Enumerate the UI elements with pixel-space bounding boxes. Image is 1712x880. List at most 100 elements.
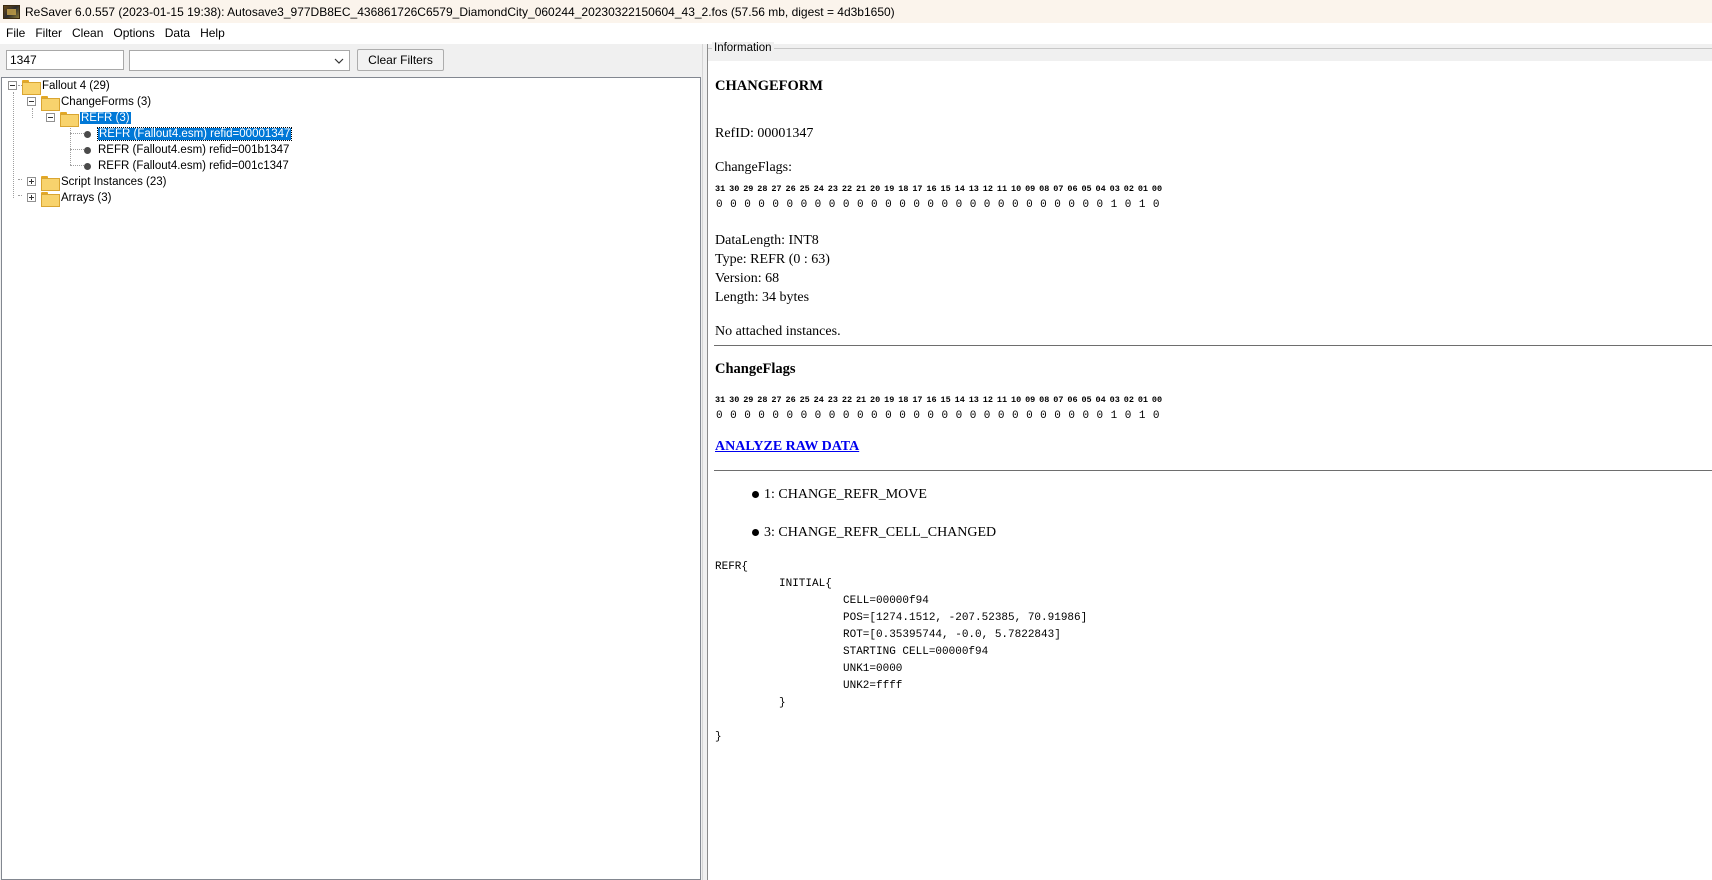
bit-index: 29 [743, 184, 754, 194]
menu-file[interactable]: File [1, 24, 30, 42]
bit-index: 16 [926, 395, 937, 405]
bit-index: 27 [771, 184, 782, 194]
filter-combo[interactable] [129, 50, 350, 71]
tree-collapse-icon[interactable] [27, 97, 36, 106]
code-line: UNK2=ffff [843, 680, 903, 692]
bit-index: 15 [940, 184, 951, 194]
bit-index-row: 31 30 29 28 27 26 25 24 23 22 21 20 19 18 17 16 15 14 13 12… [715, 184, 1166, 194]
bit-index: 30 [729, 184, 740, 194]
tree-label: REFR (Fallout4.esm) refid=001b1347 [98, 144, 290, 156]
bit-value: 1 [1110, 199, 1118, 211]
bit-value: 0 [814, 410, 822, 422]
length-text: Length: 34 bytes [715, 290, 810, 305]
bit-value: 0 [814, 199, 822, 211]
bit-index-row: 31 30 29 28 27 26 25 24 23 22 21 20 19 18 17 16 15 14 13 12… [715, 395, 1166, 405]
tree-collapse-icon[interactable] [46, 113, 55, 122]
bit-value: 0 [927, 199, 935, 211]
bit-value: 0 [800, 199, 808, 211]
tree-connector [18, 179, 22, 180]
bit-index: 00 [1151, 395, 1163, 405]
bit-value: 0 [997, 410, 1005, 422]
analyze-raw-data-link[interactable]: ANALYZE RAW DATA [715, 439, 859, 455]
bit-index: 02 [1123, 184, 1134, 194]
tree-node-root[interactable]: Fallout 4 (29) [22, 78, 110, 95]
bit-value: 0 [899, 410, 906, 422]
tree-leaf[interactable]: REFR (Fallout4.esm) refid=001b1347 [82, 142, 289, 158]
bit-index: 05 [1081, 184, 1092, 194]
menu-filter[interactable]: Filter [30, 24, 67, 42]
bit-value: 0 [786, 199, 794, 211]
menu-options[interactable]: Options [108, 24, 159, 42]
bit-index: 31 [715, 395, 726, 405]
bit-value: 0 [885, 199, 892, 211]
bit-index: 07 [1053, 184, 1064, 194]
bit-value: 0 [772, 410, 779, 422]
changeflags-label: ChangeFlags: [715, 160, 792, 175]
bit-value: 0 [828, 410, 836, 422]
bit-index: 25 [799, 395, 810, 405]
tree-node-changeforms[interactable]: ChangeForms (3) [41, 94, 151, 111]
leaf-bullet-icon [84, 146, 91, 154]
menu-help[interactable]: Help [195, 24, 230, 42]
bit-index: 09 [1025, 184, 1036, 194]
tree-node-refr-group[interactable]: REFR (3) [60, 110, 131, 127]
code-line: } [779, 697, 786, 709]
tree-node-script-instances[interactable]: Script Instances (23) [41, 174, 166, 191]
window-title: ReSaver 6.0.557 (2023-01-15 19:38): Auto… [25, 4, 895, 19]
attached-instances-text: No attached instances. [715, 324, 841, 339]
bit-value: 0 [1011, 199, 1019, 211]
tree-expand-icon[interactable] [27, 177, 36, 186]
bit-value: 0 [997, 199, 1005, 211]
bit-index: 03 [1109, 395, 1120, 405]
bit-value: 0 [1011, 410, 1019, 422]
bit-index: 24 [813, 184, 824, 194]
folder-icon [41, 191, 60, 207]
tree-leaf[interactable]: REFR (Fallout4.esm) refid=001c1347 [82, 158, 289, 174]
bit-value: 0 [1082, 410, 1090, 422]
bit-index: 26 [785, 395, 796, 405]
divider [714, 345, 1712, 346]
bit-index: 04 [1095, 395, 1106, 405]
bit-value: 0 [955, 199, 963, 211]
clear-filters-button[interactable]: Clear Filters [357, 49, 444, 71]
tree-collapse-icon[interactable] [8, 81, 17, 90]
chevron-down-icon[interactable] [332, 53, 346, 68]
save-tree[interactable]: Fallout 4 (29) ChangeForms (3) REFR (3) … [1, 77, 701, 880]
code-line: REFR{ [715, 561, 749, 573]
bit-index: 28 [757, 184, 768, 194]
bit-value: 0 [786, 410, 794, 422]
bit-index: 22 [841, 395, 853, 405]
bit-index: 16 [926, 184, 937, 194]
tree-leaf[interactable]: REFR (Fallout4.esm) refid=00001347 [82, 126, 293, 142]
bit-value-row: 00000000000000000000000000001010 [715, 199, 1166, 211]
tree-expand-icon[interactable] [27, 193, 36, 202]
code-line: POS=[1274.1512, -207.52385, 70.91986] [843, 612, 1088, 624]
flag-label: 1: CHANGE_REFR_MOVE [764, 487, 927, 502]
bit-value: 0 [1054, 410, 1061, 422]
menu-clean[interactable]: Clean [67, 24, 108, 42]
bit-index: 06 [1067, 184, 1078, 194]
bit-value: 0 [1152, 410, 1160, 422]
information-content[interactable]: CHANGEFORM RefID: 00001347 ChangeFlags: … [708, 61, 1712, 880]
bit-value: 0 [913, 410, 920, 422]
bit-value: 0 [716, 410, 723, 422]
menu-data[interactable]: Data [160, 24, 195, 42]
bit-index: 18 [898, 395, 909, 405]
code-line: CELL=00000f94 [843, 595, 929, 607]
bit-value: 0 [1096, 199, 1104, 211]
bit-index: 23 [827, 184, 838, 194]
data-length-text: DataLength: INT8 [715, 233, 819, 248]
menu-bar: File Filter Clean Options Data Help [0, 23, 1712, 43]
bit-index: 08 [1039, 184, 1050, 194]
bit-value: 0 [1096, 410, 1104, 422]
bit-index: 05 [1081, 395, 1092, 405]
tree-node-arrays[interactable]: Arrays (3) [41, 190, 111, 207]
bit-value: 0 [800, 410, 808, 422]
bit-index: 19 [884, 395, 895, 405]
right-pane: Information CHANGEFORM RefID: 00001347 C… [708, 42, 1712, 880]
bit-value: 0 [927, 410, 935, 422]
filter-text-input[interactable] [6, 50, 124, 70]
bit-index: 09 [1025, 395, 1036, 405]
bit-value: 0 [899, 199, 906, 211]
bit-index: 03 [1109, 184, 1120, 194]
